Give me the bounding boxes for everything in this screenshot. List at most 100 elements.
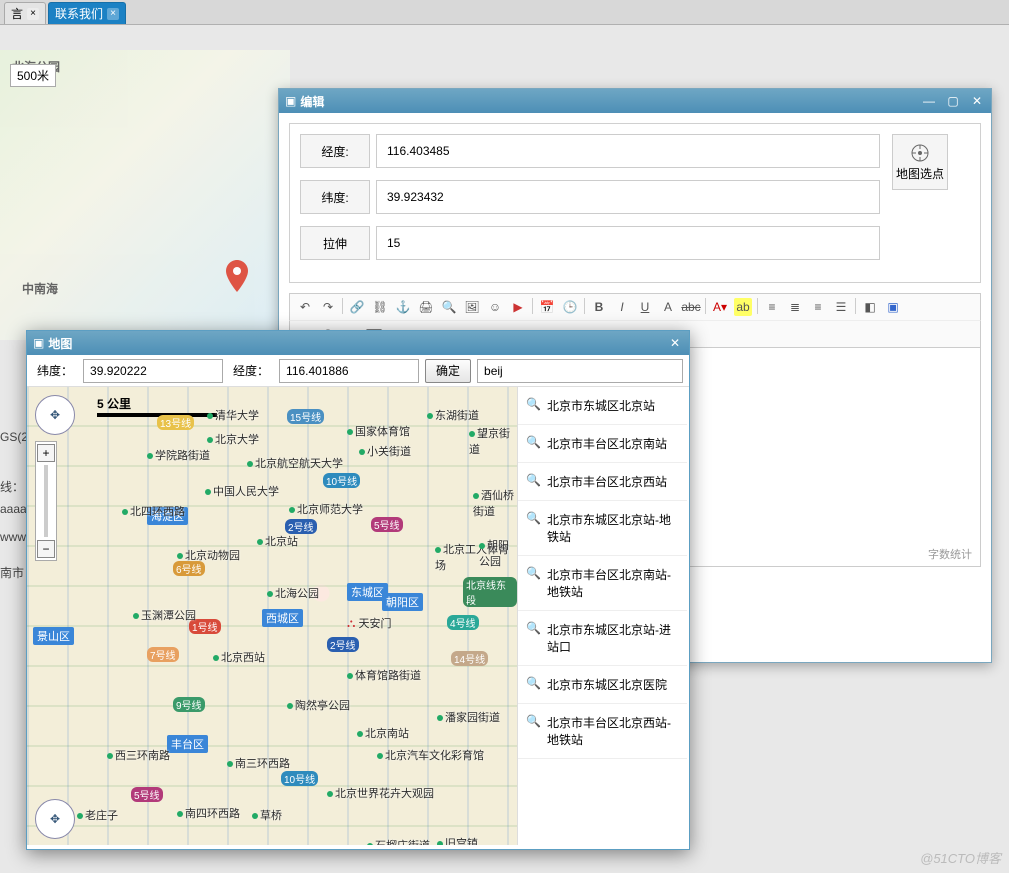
map-poi[interactable]: 北京航空航天大学 xyxy=(247,455,343,471)
zoom-slider[interactable]: + − xyxy=(35,441,57,561)
map-poi[interactable]: 北京西站 xyxy=(213,649,265,665)
zoom-input[interactable] xyxy=(376,226,880,260)
suggestion-item[interactable]: 🔍北京市东城区北京站 xyxy=(518,387,687,425)
highlight-icon[interactable]: ab xyxy=(734,298,752,316)
zoom-in-icon[interactable]: + xyxy=(37,444,55,462)
latitude-input[interactable] xyxy=(376,180,880,214)
tab-prev[interactable]: 言 × xyxy=(4,2,46,24)
video-icon[interactable]: ▶ xyxy=(509,298,527,316)
search-icon: 🔍 xyxy=(526,714,541,748)
tab-label: 言 xyxy=(11,5,23,22)
map-poi[interactable]: 朝阳公园 xyxy=(479,537,517,569)
search-input[interactable] xyxy=(477,359,683,383)
suggestion-item[interactable]: 🔍北京市丰台区北京西站-地铁站 xyxy=(518,704,687,759)
map-poi[interactable]: 北京师范大学 xyxy=(289,501,363,517)
suggestion-item[interactable]: 🔍北京市东城区北京站-进站口 xyxy=(518,611,687,666)
pan-control-bottom[interactable]: ✥ xyxy=(35,799,75,839)
image-icon[interactable]: 🖼 xyxy=(463,298,481,316)
map-poi[interactable]: 北京大学 xyxy=(207,431,259,447)
district-tag[interactable]: 西城区 xyxy=(262,609,303,627)
map-poi[interactable]: 北海公园 xyxy=(267,585,319,601)
time-icon[interactable]: 🕒 xyxy=(561,298,579,316)
pan-control[interactable]: ✥ xyxy=(35,395,75,435)
font-icon[interactable]: A xyxy=(659,298,677,316)
maximize-icon[interactable]: ▢ xyxy=(945,94,961,108)
map-poi[interactable]: ⛬ 天安门 xyxy=(347,615,391,631)
map-poi[interactable]: 北京世界花卉大观园 xyxy=(327,785,434,801)
minimize-icon[interactable]: — xyxy=(921,94,937,108)
map-poi[interactable]: 陶然亭公园 xyxy=(287,697,350,713)
anchor-icon[interactable]: ⚓ xyxy=(394,298,412,316)
map-canvas[interactable]: 5 公里 ✥ + − ✥ 海淀区西城区东城区朝阳区丰台区景山区15号线13号线1… xyxy=(27,387,517,845)
window-icon: ▣ xyxy=(33,336,44,350)
map-poi[interactable]: 老庄子 xyxy=(77,807,118,823)
map-poi[interactable]: 南四环西路 xyxy=(177,805,240,821)
align-justify-icon[interactable]: ☰ xyxy=(832,298,850,316)
map-poi[interactable]: 草桥 xyxy=(252,807,282,823)
map-poi[interactable]: 石榴庄街道 xyxy=(367,837,430,845)
map-poi[interactable]: 北京汽车文化彩育馆 xyxy=(377,747,484,763)
map-poi[interactable]: 清华大学 xyxy=(207,407,259,423)
strike-icon[interactable]: abc xyxy=(682,298,700,316)
dialog-header[interactable]: ▣ 编辑 — ▢ ✕ xyxy=(279,89,991,113)
map-poi[interactable]: 学院路街道 xyxy=(147,447,210,463)
close-icon[interactable]: ✕ xyxy=(667,336,683,350)
district-tag[interactable]: 丰台区 xyxy=(167,735,208,753)
word-count[interactable]: 字数统计 xyxy=(928,546,972,562)
link-icon[interactable]: 🔗 xyxy=(348,298,366,316)
suggestion-item[interactable]: 🔍北京市东城区北京站-地铁站 xyxy=(518,501,687,556)
edge-aaa: aaaa xyxy=(0,502,27,516)
map-poi[interactable]: 北京南站 xyxy=(357,725,409,741)
suggestion-item[interactable]: 🔍北京市丰台区北京南站-地铁站 xyxy=(518,556,687,611)
suggestion-item[interactable]: 🔍北京市丰台区北京西站 xyxy=(518,463,687,501)
fullscreen-icon[interactable]: ▣ xyxy=(884,298,902,316)
map-poi[interactable]: 望京街道 xyxy=(469,425,517,457)
map-poi[interactable]: 中国人民大学 xyxy=(205,483,279,499)
align-left-icon[interactable]: ≡ xyxy=(763,298,781,316)
map-poi[interactable]: 北京动物园 xyxy=(177,547,240,563)
italic-icon[interactable]: I xyxy=(613,298,631,316)
close-icon[interactable]: ✕ xyxy=(969,94,985,108)
map-poi[interactable]: 酒仙桥街道 xyxy=(473,487,517,519)
map-poi[interactable]: 西三环南路 xyxy=(107,747,170,763)
district-tag[interactable]: 景山区 xyxy=(33,627,74,645)
bold-icon[interactable]: B xyxy=(590,298,608,316)
close-icon[interactable]: × xyxy=(27,8,39,20)
fontcolor-icon[interactable]: A▾ xyxy=(711,298,729,316)
redo-icon[interactable]: ↷ xyxy=(319,298,337,316)
suggestion-item[interactable]: 🔍北京市丰台区北京南站 xyxy=(518,425,687,463)
confirm-button[interactable]: 确定 xyxy=(425,359,471,383)
longitude-input[interactable] xyxy=(376,134,880,168)
map-poi[interactable]: 体育馆路街道 xyxy=(347,667,421,683)
map-poi[interactable]: 潘家园街道 xyxy=(437,709,500,725)
map-poi[interactable]: 北京站 xyxy=(257,533,298,549)
align-center-icon[interactable]: ≣ xyxy=(786,298,804,316)
print-icon[interactable]: 🖨 xyxy=(417,298,435,316)
map-poi[interactable]: 北四环西路 xyxy=(122,503,185,519)
map-poi[interactable]: 国家体育馆 xyxy=(347,423,410,439)
form-area: 经度: 纬度: 拉伸 地图选点 xyxy=(289,123,981,283)
map-dialog-header[interactable]: ▣ 地图 ✕ xyxy=(27,331,689,355)
undo-icon[interactable]: ↶ xyxy=(296,298,314,316)
lon-input[interactable] xyxy=(279,359,419,383)
close-icon[interactable]: × xyxy=(107,8,119,20)
unlink-icon[interactable]: ⛓ xyxy=(371,298,389,316)
eraser-icon[interactable]: ◧ xyxy=(861,298,879,316)
underline-icon[interactable]: U xyxy=(636,298,654,316)
district-tag[interactable]: 朝阳区 xyxy=(382,593,423,611)
date-icon[interactable]: 📅 xyxy=(538,298,556,316)
subway-line-label: 13号线 xyxy=(157,415,194,430)
zoom-out-icon[interactable]: − xyxy=(37,540,55,558)
suggestion-item[interactable]: 🔍北京市东城区北京医院 xyxy=(518,666,687,704)
preview-icon[interactable]: 🔍 xyxy=(440,298,458,316)
map-poi[interactable]: 玉渊潭公园 xyxy=(133,607,196,623)
map-poi[interactable]: 南三环西路 xyxy=(227,755,290,771)
map-poi[interactable]: 东湖街道 xyxy=(427,407,479,423)
align-right-icon[interactable]: ≡ xyxy=(809,298,827,316)
map-pick-button[interactable]: 地图选点 xyxy=(892,134,948,190)
emoji-icon[interactable]: ☺ xyxy=(486,298,504,316)
lat-input[interactable] xyxy=(83,359,223,383)
map-poi[interactable]: 旧宫镇 xyxy=(437,835,478,845)
tab-contact[interactable]: 联系我们 × xyxy=(48,2,126,24)
map-poi[interactable]: 小关街道 xyxy=(359,443,411,459)
